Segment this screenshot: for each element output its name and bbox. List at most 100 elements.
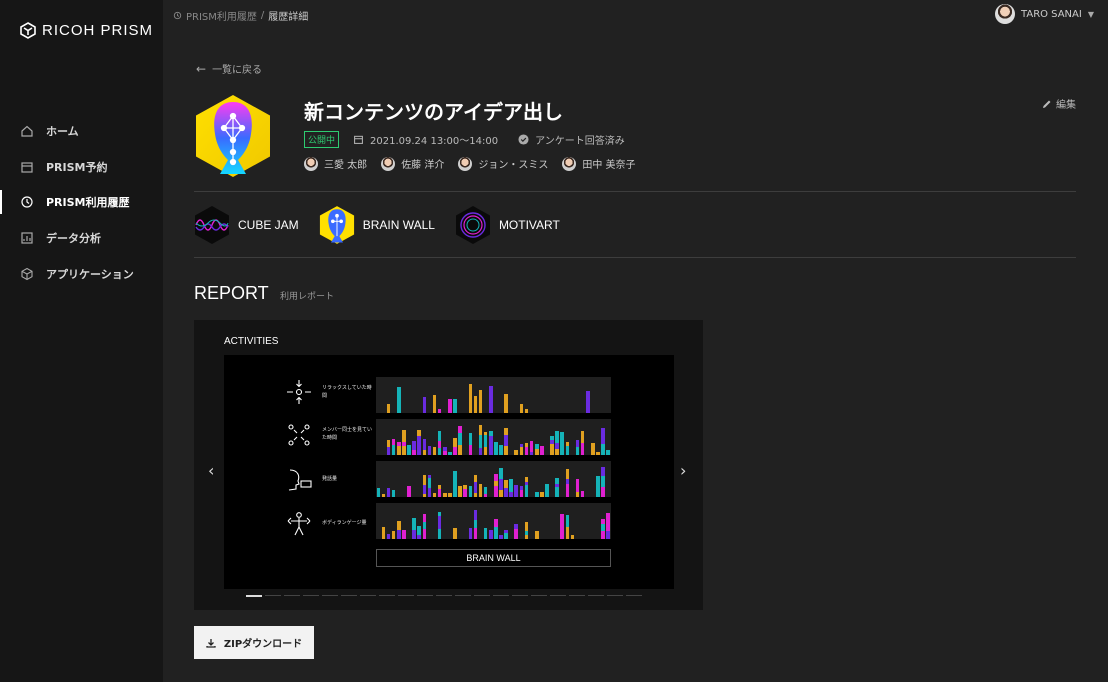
app-item-motivart[interactable]: MOTIVART: [455, 205, 560, 245]
activity-bar: [601, 486, 605, 497]
activity-bar: [402, 446, 406, 455]
activity-chart-body-language: [376, 503, 611, 539]
activity-bar: [483, 493, 488, 497]
slide-dot[interactable]: [455, 595, 471, 596]
slide-dot[interactable]: [417, 595, 433, 596]
activity-bar: [534, 530, 539, 539]
activity-bar: [417, 429, 422, 436]
activity-bar: [494, 473, 498, 481]
activity-bar: [478, 425, 483, 435]
slide-dot[interactable]: [493, 595, 509, 596]
edit-button[interactable]: 編集: [1042, 96, 1076, 111]
slide-dot[interactable]: [607, 595, 623, 596]
slide-dot[interactable]: [626, 595, 642, 596]
activity-bar: [391, 489, 396, 497]
sidebar-item-label: ホーム: [46, 125, 79, 138]
slide-dot[interactable]: [550, 595, 566, 596]
prev-slide-button[interactable]: ‹: [208, 461, 214, 480]
slide-dot[interactable]: [379, 595, 395, 596]
slide-dot[interactable]: [284, 595, 300, 596]
activity-bar: [601, 467, 605, 476]
activity-bar: [412, 445, 416, 450]
activity-bar: [601, 443, 605, 455]
survey-status: アンケート回答済み: [535, 136, 625, 147]
activity-bar: [601, 476, 605, 487]
download-icon: [206, 638, 216, 648]
activity-bar: [591, 443, 595, 455]
page-title: 新コンテンツのアイデア出し: [304, 100, 563, 124]
row-label: 発話量: [322, 476, 338, 482]
home-icon: [21, 125, 33, 137]
activity-bar: [606, 530, 611, 539]
slide-dot[interactable]: [436, 595, 452, 596]
app-item-cube-jam[interactable]: CUBE JAM: [194, 205, 299, 245]
activity-bar: [468, 384, 473, 413]
member-name: ジョン・スミス: [478, 160, 549, 171]
activity-bar: [376, 488, 381, 497]
user-name: TARO SANAI: [1021, 8, 1082, 20]
report-title: REPORT: [194, 283, 269, 303]
sidebar-item-history[interactable]: PRISM利用履歴: [0, 190, 163, 214]
back-link[interactable]: ← 一覧に戻る: [196, 61, 262, 77]
activity-bar: [601, 427, 605, 436]
slide-dot[interactable]: [341, 595, 357, 596]
next-slide-button[interactable]: ›: [680, 461, 686, 480]
activity-bar: [402, 530, 406, 539]
activity-bar: [412, 449, 416, 455]
avatar: [304, 156, 318, 171]
sidebar-item-applications[interactable]: アプリケーション: [0, 262, 163, 286]
slide-dot[interactable]: [588, 595, 604, 596]
calendar-icon: [21, 162, 33, 173]
activity-bar: [555, 449, 559, 455]
activity-bar: [601, 530, 605, 539]
slide-dot[interactable]: [246, 595, 262, 597]
sidebar-item-home[interactable]: ホーム: [0, 119, 163, 143]
report-subtitle: 利用レポート: [280, 292, 335, 302]
activity-bar: [488, 445, 493, 455]
slide-dot[interactable]: [398, 595, 414, 596]
activity-bar: [437, 528, 442, 539]
cube-jam-thumbnail-icon: [195, 206, 229, 244]
activity-bar: [534, 491, 539, 497]
activity-bar: [442, 492, 447, 497]
app-item-brain-wall[interactable]: BRAIN WALL: [319, 205, 435, 245]
activity-bar: [514, 450, 519, 455]
activity-bar: [575, 479, 580, 492]
activity-bar: [478, 447, 483, 455]
activity-bar: [499, 479, 503, 490]
activity-bar: [540, 445, 544, 455]
slide-dot[interactable]: [512, 595, 528, 596]
slide-dot[interactable]: [322, 595, 338, 596]
activity-bar: [555, 477, 559, 485]
breadcrumb-separator: /: [260, 10, 265, 21]
activity-bar: [540, 491, 544, 497]
activity-bar: [575, 446, 580, 455]
activity-bar: [570, 534, 575, 539]
activity-bar: [504, 487, 508, 497]
ricoh-prism-logo-icon: [20, 22, 36, 39]
slide-dot[interactable]: [569, 595, 585, 596]
slide-dot[interactable]: [303, 595, 319, 596]
activity-bar: [550, 435, 554, 441]
slide-dot[interactable]: [474, 595, 490, 596]
avatar: [458, 156, 473, 171]
slide-dot[interactable]: [265, 595, 281, 596]
activity-bar: [601, 519, 605, 524]
sidebar-item-label: アプリケーション: [46, 268, 134, 281]
logo[interactable]: RICOH PRISM: [20, 22, 153, 39]
sidebar-item-analytics[interactable]: データ分析: [0, 226, 163, 250]
row-label: リラックスしていた時間: [322, 385, 372, 399]
activity-bar: [468, 445, 473, 455]
user-menu[interactable]: TARO SANAI ▼: [995, 4, 1094, 24]
activity-bar: [488, 385, 493, 413]
activity-bar: [478, 483, 483, 487]
slide-dot[interactable]: [531, 595, 547, 596]
sidebar: RICOH PRISM ホーム PRISM予約 PRISM利用履歴 データ分析 …: [0, 0, 163, 682]
activity-bar: [519, 446, 524, 455]
slide-dot[interactable]: [360, 595, 376, 596]
zip-download-button[interactable]: ZIPダウンロード: [194, 626, 314, 659]
activity-bar: [596, 487, 600, 497]
breadcrumb-parent-link[interactable]: PRISM利用履歴: [186, 8, 257, 23]
sidebar-item-reservation[interactable]: PRISM予約: [0, 155, 163, 179]
activity-bar: [478, 434, 483, 448]
